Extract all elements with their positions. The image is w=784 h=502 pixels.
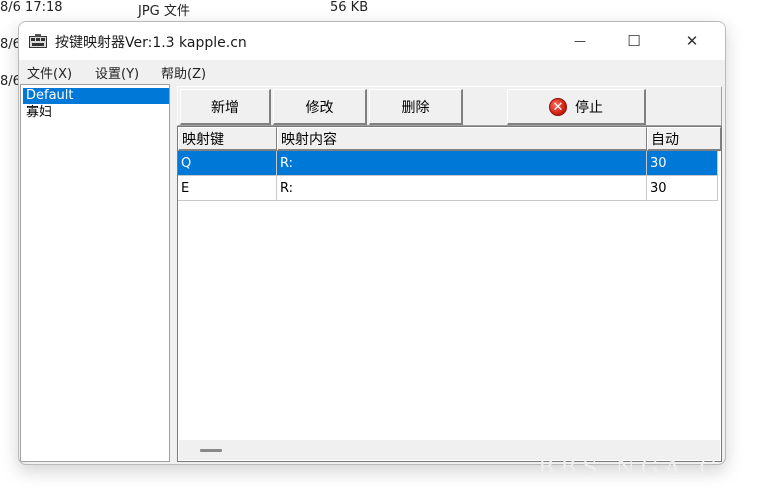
scrollbar-thumb[interactable] xyxy=(200,449,222,452)
cell-content: R: xyxy=(277,176,647,201)
minimize-button[interactable]: — xyxy=(557,22,603,60)
menu-bar: 文件(X) 设置(Y) 帮助(Z) xyxy=(19,60,725,82)
column-header-auto[interactable]: 自动 xyxy=(647,127,721,151)
menu-settings[interactable]: 设置(Y) xyxy=(95,63,139,82)
minimize-icon: — xyxy=(574,34,586,48)
title-bar[interactable]: 按键映射器Ver:1.3 kapple.cn — ☐ ✕ xyxy=(19,22,725,60)
delete-button[interactable]: 删除 xyxy=(369,89,463,125)
table-row[interactable]: Q R: 30 xyxy=(178,151,718,176)
toolbar: 新增 修改 删除 ✕ 停止 xyxy=(177,86,722,126)
cell-auto: 30 xyxy=(647,176,718,201)
table-row[interactable]: E R: 30 xyxy=(178,176,718,201)
add-button[interactable]: 新增 xyxy=(180,89,271,125)
cell-content: R: xyxy=(277,151,647,176)
background-file-type: JPG 文件 xyxy=(138,4,190,19)
cell-auto: 30 xyxy=(647,151,718,176)
menu-help[interactable]: 帮助(Z) xyxy=(161,63,206,82)
background-file-size: 56 KB xyxy=(330,0,369,15)
maximize-button[interactable]: ☐ xyxy=(611,22,657,60)
profile-item-default[interactable]: Default xyxy=(23,88,169,104)
edit-button-label: 修改 xyxy=(305,99,334,116)
background-file-date: 8/6 17:18 xyxy=(0,0,63,15)
app-icon xyxy=(29,34,47,48)
watermark: BBS.NGA.C xyxy=(538,456,723,481)
edit-button[interactable]: 修改 xyxy=(273,89,367,125)
stop-button-label: 停止 xyxy=(575,99,603,116)
stop-icon: ✕ xyxy=(549,97,567,116)
stop-button[interactable]: ✕ 停止 xyxy=(507,89,646,125)
cell-key: E xyxy=(178,176,277,201)
menu-file[interactable]: 文件(X) xyxy=(27,63,72,82)
profile-list[interactable]: Default 寡妇 xyxy=(20,84,170,462)
close-icon: ✕ xyxy=(685,32,699,50)
table-header: 映射键 映射内容 自动 xyxy=(178,127,721,151)
window-title: 按键映射器Ver:1.3 kapple.cn xyxy=(55,35,247,51)
maximize-icon: ☐ xyxy=(627,32,641,50)
mapping-table[interactable]: 映射键 映射内容 自动 Q R: 30 E R: 30 xyxy=(177,126,722,462)
delete-button-label: 删除 xyxy=(401,99,430,116)
column-header-key[interactable]: 映射键 xyxy=(178,127,277,151)
key-mapper-window: 按键映射器Ver:1.3 kapple.cn — ☐ ✕ 文件(X) 设置(Y)… xyxy=(18,21,726,465)
column-header-content[interactable]: 映射内容 xyxy=(277,127,647,151)
add-button-label: 新增 xyxy=(211,99,239,116)
close-button[interactable]: ✕ xyxy=(669,22,715,60)
cell-key: Q xyxy=(178,151,277,176)
profile-item[interactable]: 寡妇 xyxy=(23,105,169,121)
